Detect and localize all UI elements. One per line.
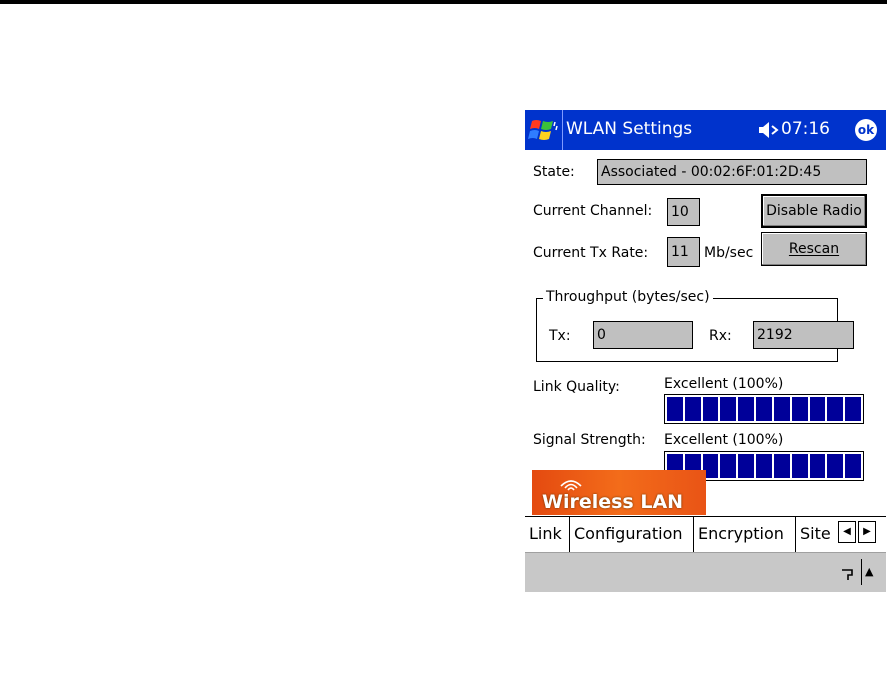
- meter-segment: [738, 397, 755, 421]
- throughput-title: Throughput (bytes/sec): [543, 289, 713, 305]
- rescan-button[interactable]: Rescan: [761, 232, 867, 266]
- meter-segment: [667, 397, 683, 421]
- pocketpc-window: WLAN Settings 07:16 ok State: Associated…: [525, 110, 886, 592]
- current-tx-rate-label: Current Tx Rate:: [533, 245, 649, 261]
- page-top-rule: [0, 0, 887, 4]
- link-quality-label: Link Quality:: [533, 379, 620, 395]
- banner-text: Wireless LAN: [542, 491, 684, 513]
- wifi-waves-icon: [560, 480, 582, 491]
- current-channel-label: Current Channel:: [533, 203, 653, 219]
- meter-segment: [720, 454, 737, 478]
- meter-segment: [720, 397, 737, 421]
- signal-strength-label: Signal Strength:: [533, 432, 646, 448]
- meter-segment: [773, 397, 790, 421]
- meter-segment: [702, 397, 719, 421]
- state-field: Associated - 00:02:6F:01:2D:45: [597, 159, 867, 185]
- rx-field: 2192: [753, 321, 854, 349]
- signal-strength-value: Excellent (100%): [664, 432, 784, 448]
- rescan-label: Rescan: [788, 241, 840, 257]
- menu-separator: [861, 559, 862, 585]
- rx-label: Rx:: [709, 328, 732, 344]
- start-button[interactable]: [525, 110, 562, 150]
- wireless-lan-banner: Wireless LAN: [532, 470, 706, 515]
- meter-segment: [845, 454, 861, 478]
- menu-bar: ▲: [525, 552, 886, 592]
- link-quality-value: Excellent (100%): [664, 376, 784, 392]
- tab-scroll-left-button[interactable]: ◀: [838, 521, 856, 543]
- meter-segment: [756, 397, 772, 421]
- tab-configuration[interactable]: Configuration: [570, 517, 694, 552]
- throughput-group: Throughput (bytes/sec) Tx: 0 Rx: 2192: [536, 289, 854, 362]
- window-title: WLAN Settings: [566, 119, 693, 139]
- tab-strip: Link Configuration Encryption Site ◀ ▶: [525, 516, 886, 552]
- state-label: State:: [533, 164, 575, 180]
- input-panel-icon[interactable]: [840, 562, 856, 584]
- meter-segment: [791, 454, 808, 478]
- meter-segment: [827, 454, 844, 478]
- title-bar: WLAN Settings 07:16 ok: [525, 110, 886, 150]
- ok-button[interactable]: ok: [855, 119, 877, 141]
- clock[interactable]: 07:16: [781, 119, 830, 139]
- current-channel-field: 10: [667, 198, 700, 226]
- link-quality-meter: [664, 394, 864, 424]
- arrow-right-icon: ▶: [863, 526, 871, 537]
- meter-segment: [827, 397, 844, 421]
- title-separator: [562, 110, 563, 150]
- meter-segment: [845, 397, 861, 421]
- meter-segment: [773, 454, 790, 478]
- meter-segment: [809, 397, 826, 421]
- arrow-left-icon: ◀: [843, 526, 851, 537]
- speaker-muted-icon[interactable]: [758, 121, 780, 139]
- tab-encryption[interactable]: Encryption: [694, 517, 796, 552]
- disable-radio-button[interactable]: Disable Radio: [761, 194, 867, 228]
- windows-flag-icon: [528, 120, 558, 140]
- tx-rate-unit: Mb/sec: [704, 245, 754, 261]
- meter-segment: [791, 397, 808, 421]
- tab-scroll-right-button[interactable]: ▶: [858, 521, 876, 543]
- tx-label: Tx:: [549, 328, 571, 344]
- meter-segment: [738, 454, 755, 478]
- meter-segment: [809, 454, 826, 478]
- meter-segment: [756, 454, 772, 478]
- meter-segment: [684, 397, 701, 421]
- current-tx-rate-field: 11: [667, 237, 700, 267]
- input-panel-arrow-icon[interactable]: ▲: [865, 565, 873, 578]
- tx-field: 0: [593, 321, 693, 349]
- tab-link[interactable]: Link: [525, 517, 570, 552]
